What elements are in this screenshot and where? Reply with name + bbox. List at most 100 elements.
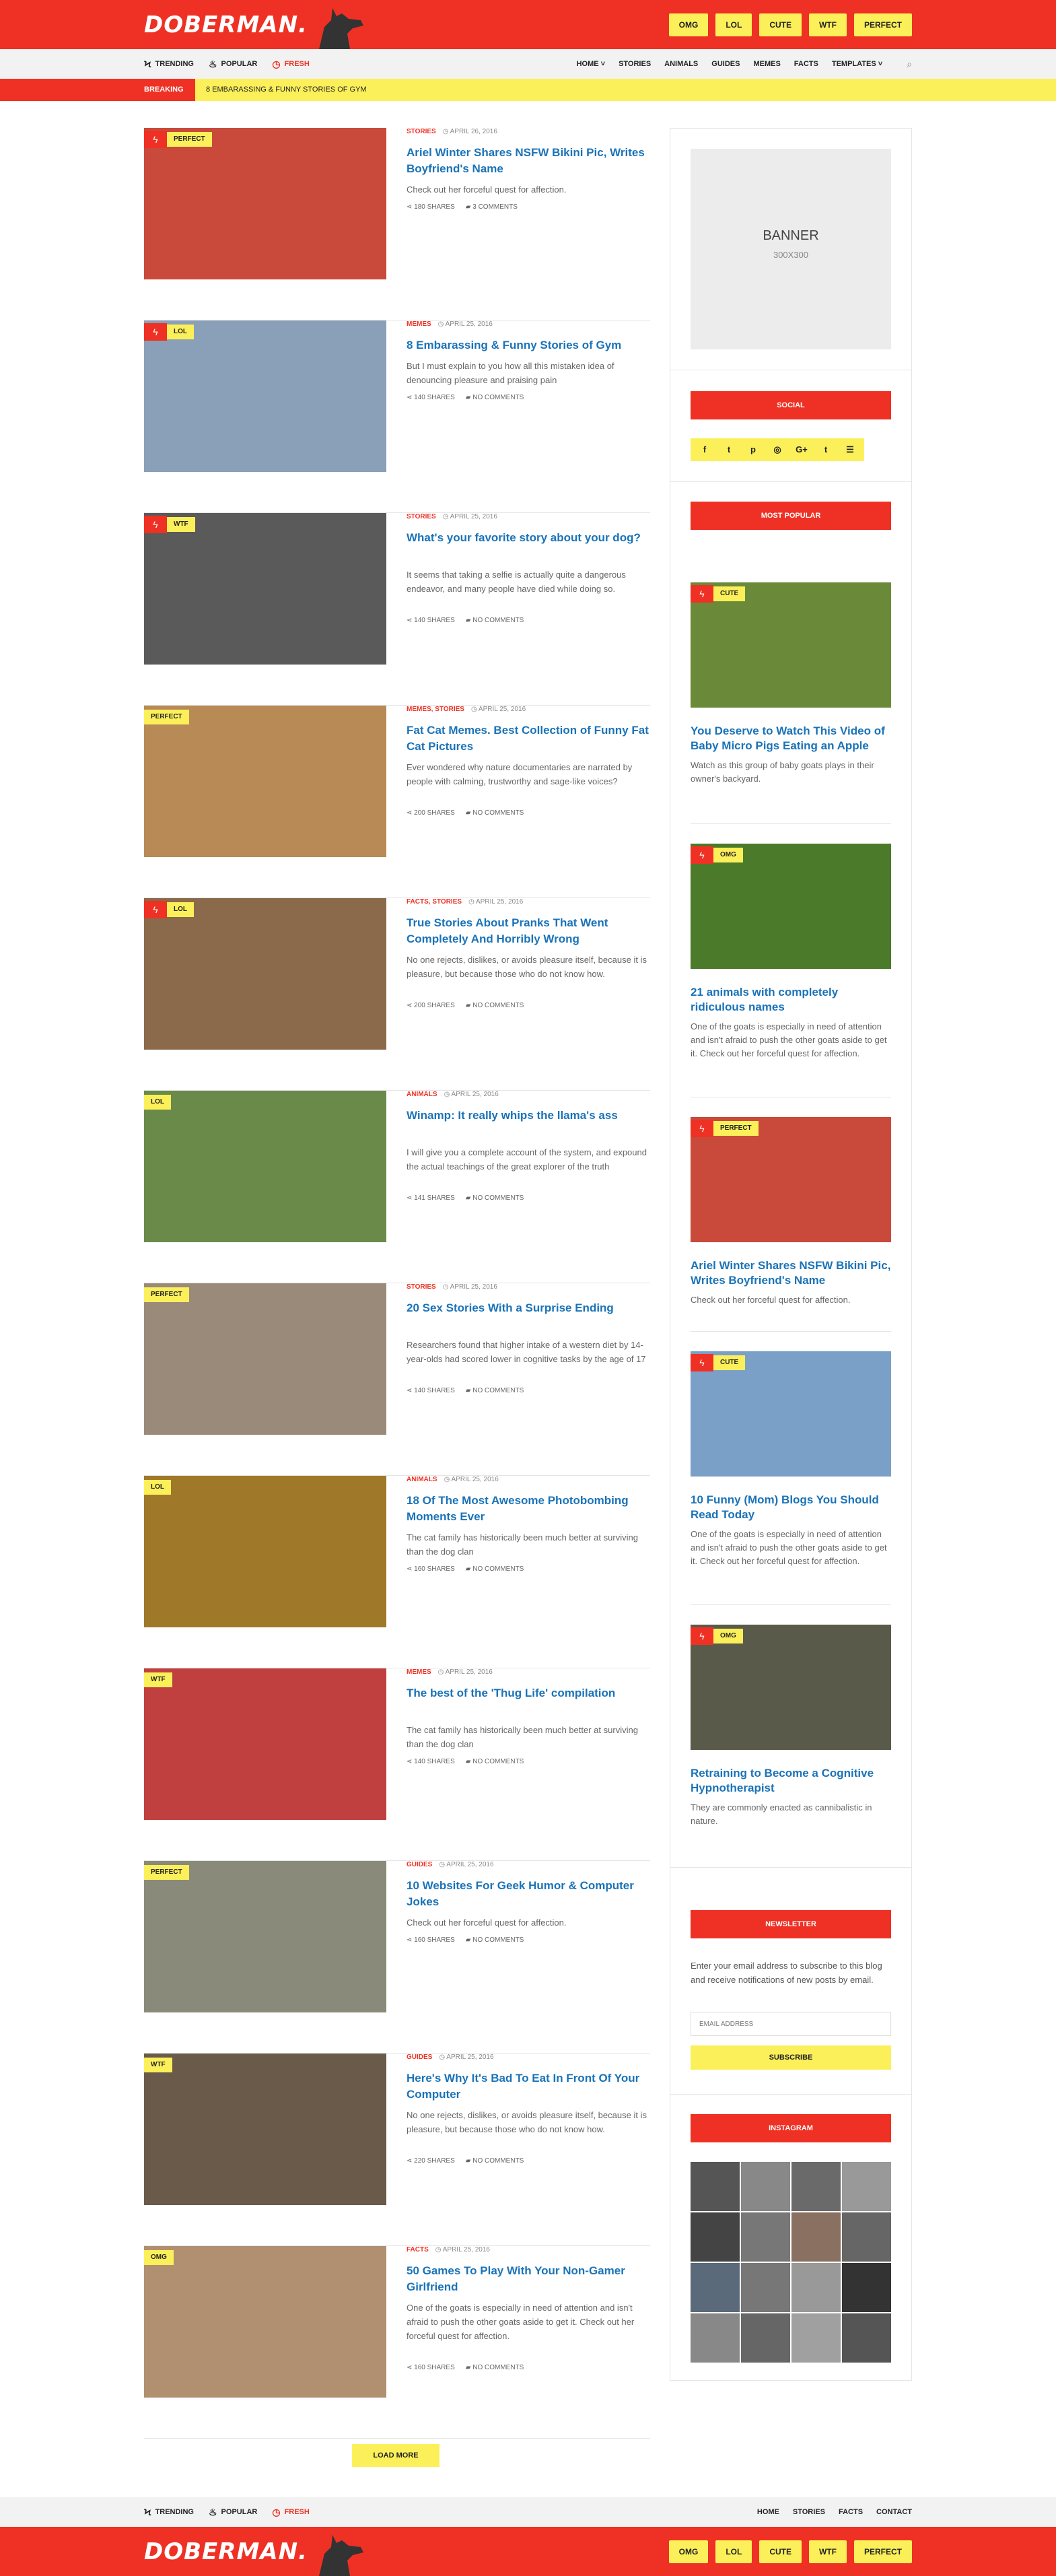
popular-thumbnail[interactable]: ϟ PERFECT: [691, 1117, 891, 1242]
tab-fresh[interactable]: ◷ FRESH: [272, 59, 310, 70]
article-category[interactable]: MEMES, STORIES: [407, 706, 464, 713]
article-shares[interactable]: ⋖ 160 SHARES: [407, 1936, 455, 1944]
article-comments[interactable]: ▰ NO COMMENTS: [466, 2364, 524, 2371]
footer-tab-popular[interactable]: ♨ POPULAR: [209, 2507, 257, 2518]
category-badge[interactable]: LOL: [167, 902, 194, 917]
google-plus-icon[interactable]: G+: [790, 438, 813, 461]
article-shares[interactable]: ⋖ 200 SHARES: [407, 809, 455, 817]
article-shares[interactable]: ⋖ 160 SHARES: [407, 2364, 455, 2371]
footer-category-button-perfect[interactable]: PERFECT: [853, 2540, 912, 2563]
popular-title[interactable]: You Deserve to Watch This Video of Baby …: [691, 724, 891, 753]
nav-link-templates[interactable]: TEMPLATES ˅: [832, 60, 882, 68]
footer-category-button-cute[interactable]: CUTE: [759, 2540, 802, 2563]
footer-tab-fresh[interactable]: ◷ FRESH: [272, 2507, 310, 2518]
article-title[interactable]: Here's Why It's Bad To Eat In Front Of Y…: [407, 2070, 649, 2103]
category-badge[interactable]: OMG: [713, 1629, 743, 1643]
load-more-button[interactable]: LOAD MORE: [352, 2444, 439, 2467]
instagram-tile[interactable]: [691, 2212, 740, 2262]
subscribe-button[interactable]: SUBSCRIBE: [691, 2045, 891, 2070]
twitter-icon[interactable]: t: [717, 438, 740, 461]
category-button-wtf[interactable]: WTF: [808, 13, 847, 36]
article-title[interactable]: 20 Sex Stories With a Surprise Ending: [407, 1300, 649, 1316]
instagram-tile[interactable]: [842, 2263, 891, 2312]
rss-icon[interactable]: ☰: [839, 438, 861, 461]
article-comments[interactable]: ▰ NO COMMENTS: [466, 1002, 524, 1009]
article-shares[interactable]: ⋖ 140 SHARES: [407, 1387, 455, 1394]
category-button-lol[interactable]: LOL: [715, 13, 752, 36]
article-thumbnail[interactable]: ϟ LOL: [144, 898, 386, 1050]
nav-link-memes[interactable]: MEMES: [753, 60, 780, 68]
article-shares[interactable]: ⋖ 141 SHARES: [407, 1194, 455, 1202]
article-comments[interactable]: ▰ NO COMMENTS: [466, 2157, 524, 2165]
article-shares[interactable]: ⋖ 140 SHARES: [407, 1758, 455, 1765]
article-thumbnail[interactable]: ϟ PERFECT: [144, 128, 386, 279]
breaking-headline[interactable]: 8 Embarassing & Funny Stories of Gym: [206, 79, 367, 101]
article-shares[interactable]: ⋖ 140 SHARES: [407, 394, 455, 401]
article-category[interactable]: GUIDES: [407, 2054, 432, 2061]
article-comments[interactable]: ▰ NO COMMENTS: [466, 1758, 524, 1765]
article-title[interactable]: Winamp: It really whips the llama's ass: [407, 1108, 649, 1124]
article-thumbnail[interactable]: PERFECT: [144, 1283, 386, 1435]
article-category[interactable]: STORIES: [407, 1283, 436, 1291]
article-comments[interactable]: ▰ NO COMMENTS: [466, 1936, 524, 1944]
article-title[interactable]: Fat Cat Memes. Best Collection of Funny …: [407, 722, 649, 755]
footer-link-facts[interactable]: FACTS: [839, 2508, 863, 2516]
instagram-tile[interactable]: [791, 2162, 841, 2211]
article-title[interactable]: 10 Websites For Geek Humor & Computer Jo…: [407, 1878, 649, 1910]
article-shares[interactable]: ⋖ 200 SHARES: [407, 1002, 455, 1009]
site-logo[interactable]: DOBERMAN.: [144, 8, 363, 49]
popular-thumbnail[interactable]: ϟ OMG: [691, 1625, 891, 1750]
instagram-tile[interactable]: [741, 2162, 790, 2211]
article-comments[interactable]: ▰ NO COMMENTS: [466, 809, 524, 817]
tab-trending[interactable]: ϟ TRENDING: [144, 59, 194, 69]
category-badge[interactable]: OMG: [144, 2250, 174, 2265]
category-badge[interactable]: CUTE: [713, 586, 746, 601]
nav-link-home[interactable]: HOME ˅: [577, 60, 606, 68]
category-badge[interactable]: LOL: [144, 1095, 171, 1110]
nav-link-stories[interactable]: STORIES: [619, 60, 651, 68]
instagram-tile[interactable]: [842, 2162, 891, 2211]
instagram-tile[interactable]: [741, 2313, 790, 2363]
article-title[interactable]: 50 Games To Play With Your Non-Gamer Gir…: [407, 2263, 649, 2295]
instagram-tile[interactable]: [842, 2212, 891, 2262]
article-comments[interactable]: ▰ 3 COMMENTS: [466, 203, 518, 211]
category-badge[interactable]: PERFECT: [144, 1287, 189, 1302]
instagram-tile[interactable]: [791, 2212, 841, 2262]
search-icon[interactable]: ⌕: [907, 59, 912, 70]
article-thumbnail[interactable]: WTF: [144, 1668, 386, 1820]
nav-link-facts[interactable]: FACTS: [794, 60, 818, 68]
article-title[interactable]: The best of the 'Thug Life' compilation: [407, 1685, 649, 1701]
tab-popular[interactable]: ♨ POPULAR: [209, 59, 257, 70]
instagram-icon[interactable]: ◎: [766, 438, 789, 461]
article-shares[interactable]: ⋖ 160 SHARES: [407, 1565, 455, 1573]
popular-thumbnail[interactable]: ϟ OMG: [691, 844, 891, 969]
facebook-icon[interactable]: f: [693, 438, 716, 461]
footer-link-stories[interactable]: STORIES: [793, 2508, 825, 2516]
category-button-perfect[interactable]: PERFECT: [853, 13, 912, 36]
article-comments[interactable]: ▰ NO COMMENTS: [466, 1565, 524, 1573]
nav-link-guides[interactable]: GUIDES: [711, 60, 740, 68]
article-thumbnail[interactable]: LOL: [144, 1476, 386, 1627]
pinterest-icon[interactable]: p: [742, 438, 765, 461]
footer-category-button-omg[interactable]: OMG: [668, 2540, 709, 2563]
instagram-tile[interactable]: [691, 2313, 740, 2363]
popular-thumbnail[interactable]: ϟ CUTE: [691, 582, 891, 708]
article-shares[interactable]: ⋖ 180 SHARES: [407, 203, 455, 211]
instagram-tile[interactable]: [691, 2162, 740, 2211]
article-thumbnail[interactable]: LOL: [144, 1091, 386, 1242]
category-badge[interactable]: LOL: [144, 1480, 171, 1495]
article-category[interactable]: GUIDES: [407, 1861, 432, 1868]
instagram-tile[interactable]: [791, 2313, 841, 2363]
footer-link-contact[interactable]: CONTACT: [876, 2508, 912, 2516]
article-title[interactable]: True Stories About Pranks That Went Comp…: [407, 915, 649, 947]
category-badge[interactable]: PERFECT: [167, 132, 212, 147]
article-category[interactable]: MEMES: [407, 1668, 431, 1676]
category-badge[interactable]: PERFECT: [144, 710, 189, 724]
popular-title[interactable]: 21 animals with completely ridiculous na…: [691, 985, 891, 1015]
article-comments[interactable]: ▰ NO COMMENTS: [466, 1387, 524, 1394]
article-shares[interactable]: ⋖ 220 SHARES: [407, 2157, 455, 2165]
article-title[interactable]: Ariel Winter Shares NSFW Bikini Pic, Wri…: [407, 145, 649, 177]
popular-title[interactable]: 10 Funny (Mom) Blogs You Should Read Tod…: [691, 1493, 891, 1522]
footer-category-button-lol[interactable]: LOL: [715, 2540, 752, 2563]
banner-ad[interactable]: BANNER 300X300: [691, 149, 891, 349]
